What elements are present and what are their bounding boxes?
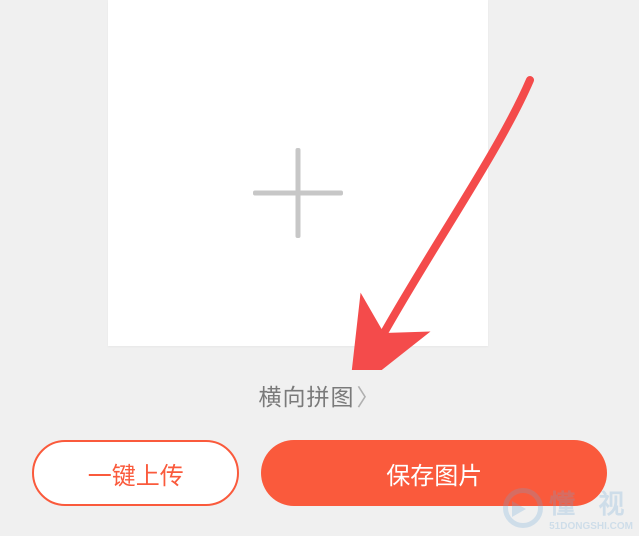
- upload-card[interactable]: [108, 0, 488, 346]
- save-button-label: 保存图片: [386, 456, 482, 491]
- horizontal-collage-link[interactable]: 横向拼图〉: [0, 378, 639, 412]
- button-row: 一键上传 保存图片: [0, 440, 639, 506]
- upload-button-label: 一键上传: [88, 456, 184, 491]
- one-click-upload-button[interactable]: 一键上传: [32, 440, 239, 506]
- plus-icon: [253, 148, 343, 238]
- save-image-button[interactable]: 保存图片: [261, 440, 607, 506]
- mode-link-label: 横向拼图: [259, 384, 355, 410]
- chevron-right-icon: 〉: [357, 378, 381, 412]
